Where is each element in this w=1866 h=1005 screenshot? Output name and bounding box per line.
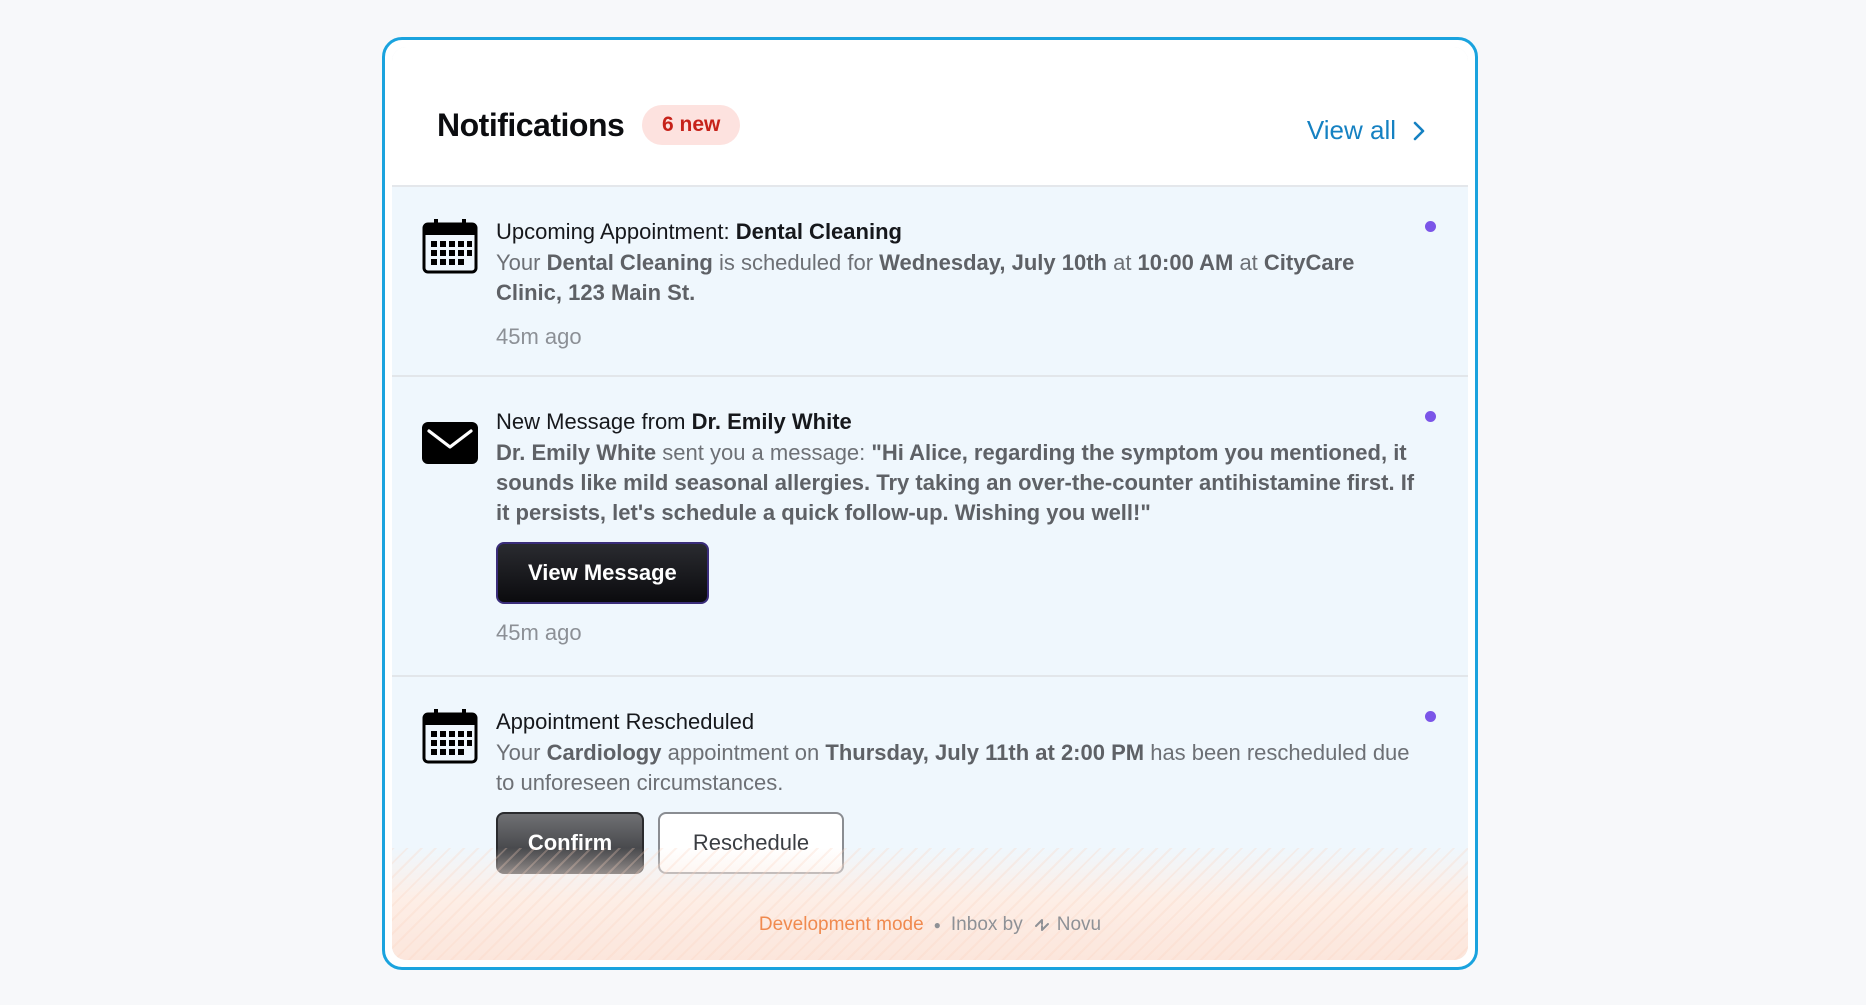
body-text: Your: [496, 740, 547, 765]
notification-title: Appointment Rescheduled: [496, 707, 1428, 737]
unread-dot: [1425, 221, 1436, 232]
view-message-button[interactable]: View Message: [496, 542, 709, 604]
body-text: Your: [496, 250, 547, 275]
footer-text: Development mode ● Inbox by Novu: [392, 914, 1468, 936]
unread-dot: [1425, 711, 1436, 722]
inbox-header: Notifications 6 new View all: [392, 47, 1468, 187]
notification-item[interactable]: New Message from Dr. Emily White Dr. Emi…: [392, 377, 1468, 677]
notification-body: Dr. Emily White sent you a message: "Hi …: [496, 438, 1416, 528]
notification-time: 45m ago: [496, 620, 582, 645]
notification-list: Upcoming Appointment: Dental Cleaning Yo…: [392, 187, 1468, 960]
title-bold: Dental Cleaning: [735, 219, 902, 244]
notification-body: Your Dental Cleaning is scheduled for We…: [496, 248, 1416, 308]
novu-brand[interactable]: Novu: [1033, 914, 1101, 936]
inbox-panel: Notifications 6 new View all Upcoming Ap…: [392, 47, 1468, 960]
title-prefix: Upcoming Appointment:: [496, 219, 736, 244]
body-text: is scheduled for: [712, 250, 880, 275]
novu-logo-icon: [1034, 919, 1049, 931]
development-mode-label: Development mode: [758, 914, 924, 935]
chevron-right-icon: [1413, 121, 1425, 140]
inbox-by-label: Inbox by: [950, 914, 1023, 935]
unread-dot: [1425, 411, 1436, 422]
notification-title: New Message from Dr. Emily White: [496, 407, 1428, 437]
body-bold: Dental Cleaning: [546, 250, 713, 275]
notification-title: Upcoming Appointment: Dental Cleaning: [496, 217, 1428, 247]
calendar-icon: [422, 219, 478, 274]
page-title: Notifications: [437, 107, 625, 143]
notification-time: 45m ago: [496, 324, 582, 349]
inbox-frame: Notifications 6 new View all Upcoming Ap…: [382, 37, 1478, 970]
notification-body: Your Cardiology appointment on Thursday,…: [496, 738, 1416, 798]
body-bold: Thursday, July 11th at 2:00 PM: [825, 740, 1145, 765]
view-all-link[interactable]: View all: [1307, 115, 1426, 146]
envelope-icon: [422, 422, 478, 464]
title-prefix: Appointment Rescheduled: [496, 709, 755, 734]
notification-actions: View Message: [496, 542, 1428, 604]
notification-item[interactable]: Upcoming Appointment: Dental Cleaning Yo…: [392, 187, 1468, 377]
body-text: appointment on: [661, 740, 826, 765]
body-bold: Cardiology: [546, 740, 662, 765]
separator-dot: ●: [933, 918, 941, 932]
body-bold: Wednesday, July 10th: [879, 250, 1107, 275]
new-count-badge: 6 new: [642, 105, 741, 145]
novu-label: Novu: [1056, 914, 1102, 935]
body-bold: Dr. Emily White: [496, 440, 657, 465]
title-bold: Dr. Emily White: [691, 409, 852, 434]
body-text: at: [1233, 250, 1264, 275]
body-text: sent you a message:: [656, 440, 872, 465]
view-all-label: View all: [1306, 115, 1396, 145]
calendar-icon: [422, 709, 478, 764]
body-bold: 10:00 AM: [1137, 250, 1234, 275]
title-prefix: New Message from: [496, 409, 692, 434]
inbox-footer: Development mode ● Inbox by Novu: [392, 848, 1468, 960]
body-text: at: [1106, 250, 1138, 275]
